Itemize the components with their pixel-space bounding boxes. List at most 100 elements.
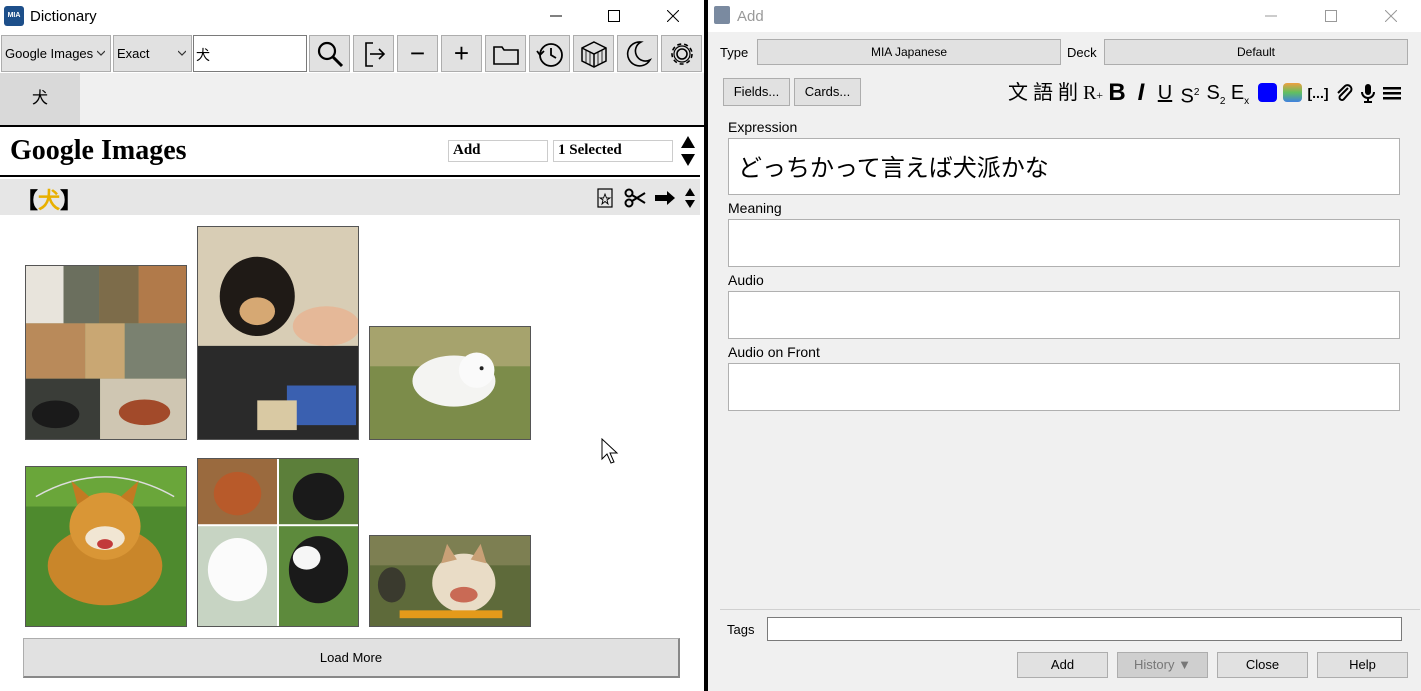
night-mode-button[interactable] [617,35,658,72]
maximize-button[interactable] [591,0,637,32]
minimize-button[interactable] [533,0,579,32]
add-button[interactable]: Add [1017,652,1108,678]
superscript-mark: 2 [1193,87,1200,98]
italic-button[interactable]: I [1130,78,1152,108]
scissors-icon[interactable] [624,188,646,208]
type-label: Type [720,45,749,60]
dictionary-toolbar: Google Images Exact 犬 − + [0,33,704,73]
separator [720,609,1420,610]
search-button[interactable] [309,35,350,72]
highlight-color-button[interactable] [1281,78,1303,108]
minimize-icon [1265,15,1277,17]
tags-input[interactable] [767,617,1402,641]
shiba-smiling-image [26,467,186,626]
add-window-title: Add [737,8,764,25]
image-thumbnail[interactable] [197,226,359,440]
zoom-out-icon: − [409,38,426,68]
window-title: Dictionary [30,8,97,25]
help-button[interactable]: Help [1317,652,1408,678]
card-icon[interactable] [596,188,614,208]
furigana-button[interactable]: 文 [1006,78,1030,108]
color-swatch-icon [1257,83,1277,102]
reading-button[interactable]: R+ [1082,78,1104,108]
meaning-label: Meaning [728,200,782,216]
deck-button[interactable]: Default [1104,39,1408,65]
term-close-bracket: 】 [60,188,83,213]
dictionary-select[interactable]: Google Images [1,35,111,72]
more-options-button[interactable] [1381,78,1403,108]
definition-button[interactable]: 語 [1031,78,1055,108]
history-dropdown-button[interactable]: History ▼ [1117,652,1208,678]
dog-breeds-collage-image [198,459,358,626]
maximize-icon [1325,10,1337,22]
note-type-button[interactable]: MIA Japanese [757,39,1061,65]
history-tab[interactable]: 犬 [0,73,80,125]
add-close-window-button[interactable] [1368,0,1414,32]
cube-button[interactable] [573,35,614,72]
dictionary-name: Google Images [10,135,187,166]
image-thumbnail[interactable] [369,535,531,627]
dictionary-window: MIA Dictionary Google Images Exact 犬 − +… [0,0,704,691]
clear-glyph: E [1230,82,1245,104]
term-collapse-icon[interactable] [684,188,696,208]
superscript-button[interactable]: S2 [1178,78,1202,108]
subscript-glyph: S [1206,82,1220,104]
add-minimize-button[interactable] [1248,0,1294,32]
dog-collage-image [26,266,186,439]
text-color-button[interactable] [1256,78,1278,108]
shiba-outdoor-image [370,536,530,626]
search-input[interactable]: 犬 [193,35,307,72]
load-more-button[interactable]: Load More [23,638,680,678]
close-icon [667,10,679,22]
meaning-field[interactable] [728,219,1400,267]
history-button[interactable] [529,35,570,72]
subscript-button[interactable]: S2 [1204,78,1228,108]
cube-icon [580,40,607,68]
dictionary-header: Google Images Add 1 Selected [0,127,700,177]
reading-plus-glyph: + [1096,88,1104,102]
image-thumbnail[interactable] [25,265,187,440]
fields-button[interactable]: Fields... [723,78,790,106]
image-thumbnail[interactable] [369,326,531,440]
cards-button[interactable]: Cards... [794,78,861,106]
reading-glyph: R [1082,82,1097,104]
image-thumbnail[interactable] [197,458,359,627]
cloze-button[interactable]: [...] [1305,78,1331,108]
term-kanji: 犬 [38,188,61,213]
clear-format-button[interactable]: Ex [1229,78,1251,108]
expression-label: Expression [728,119,798,135]
collapse-toggle-icon[interactable] [680,136,696,166]
add-maximize-button[interactable] [1308,0,1354,32]
chevron-down-icon [178,50,186,56]
audio-field[interactable] [728,291,1400,339]
record-audio-button[interactable] [1357,78,1379,108]
remove-button[interactable]: 削 [1056,78,1080,108]
underline-button[interactable]: U [1154,78,1176,108]
zoom-in-button[interactable]: + [441,35,482,72]
export-icon [364,41,385,67]
audio-on-front-field[interactable] [728,363,1400,411]
add-box[interactable]: Add [448,140,548,162]
audio-label: Audio [728,272,764,288]
close-button[interactable]: Close [1217,652,1308,678]
settings-button[interactable] [661,35,702,72]
add-titlebar: Add [708,0,1421,32]
send-arrow-icon[interactable] [654,188,676,208]
image-thumbnail[interactable] [25,466,187,627]
attach-button[interactable] [1333,78,1355,108]
clear-mark: x [1244,96,1250,107]
microphone-icon [1361,84,1375,103]
zoom-out-button[interactable]: − [397,35,438,72]
close-icon [1385,10,1397,22]
open-folder-button[interactable] [485,35,526,72]
expression-field[interactable]: どっちかって言えば犬派かな [728,138,1400,195]
selected-box[interactable]: 1 Selected [553,140,673,162]
term-open-bracket: 【 [16,188,39,213]
match-select[interactable]: Exact [113,35,192,72]
mouse-cursor-icon [601,438,619,464]
close-window-button[interactable] [650,0,696,32]
bold-button[interactable]: B [1106,78,1128,108]
export-button[interactable] [353,35,394,72]
tags-label: Tags [727,622,755,637]
subscript-mark: 2 [1219,96,1226,107]
